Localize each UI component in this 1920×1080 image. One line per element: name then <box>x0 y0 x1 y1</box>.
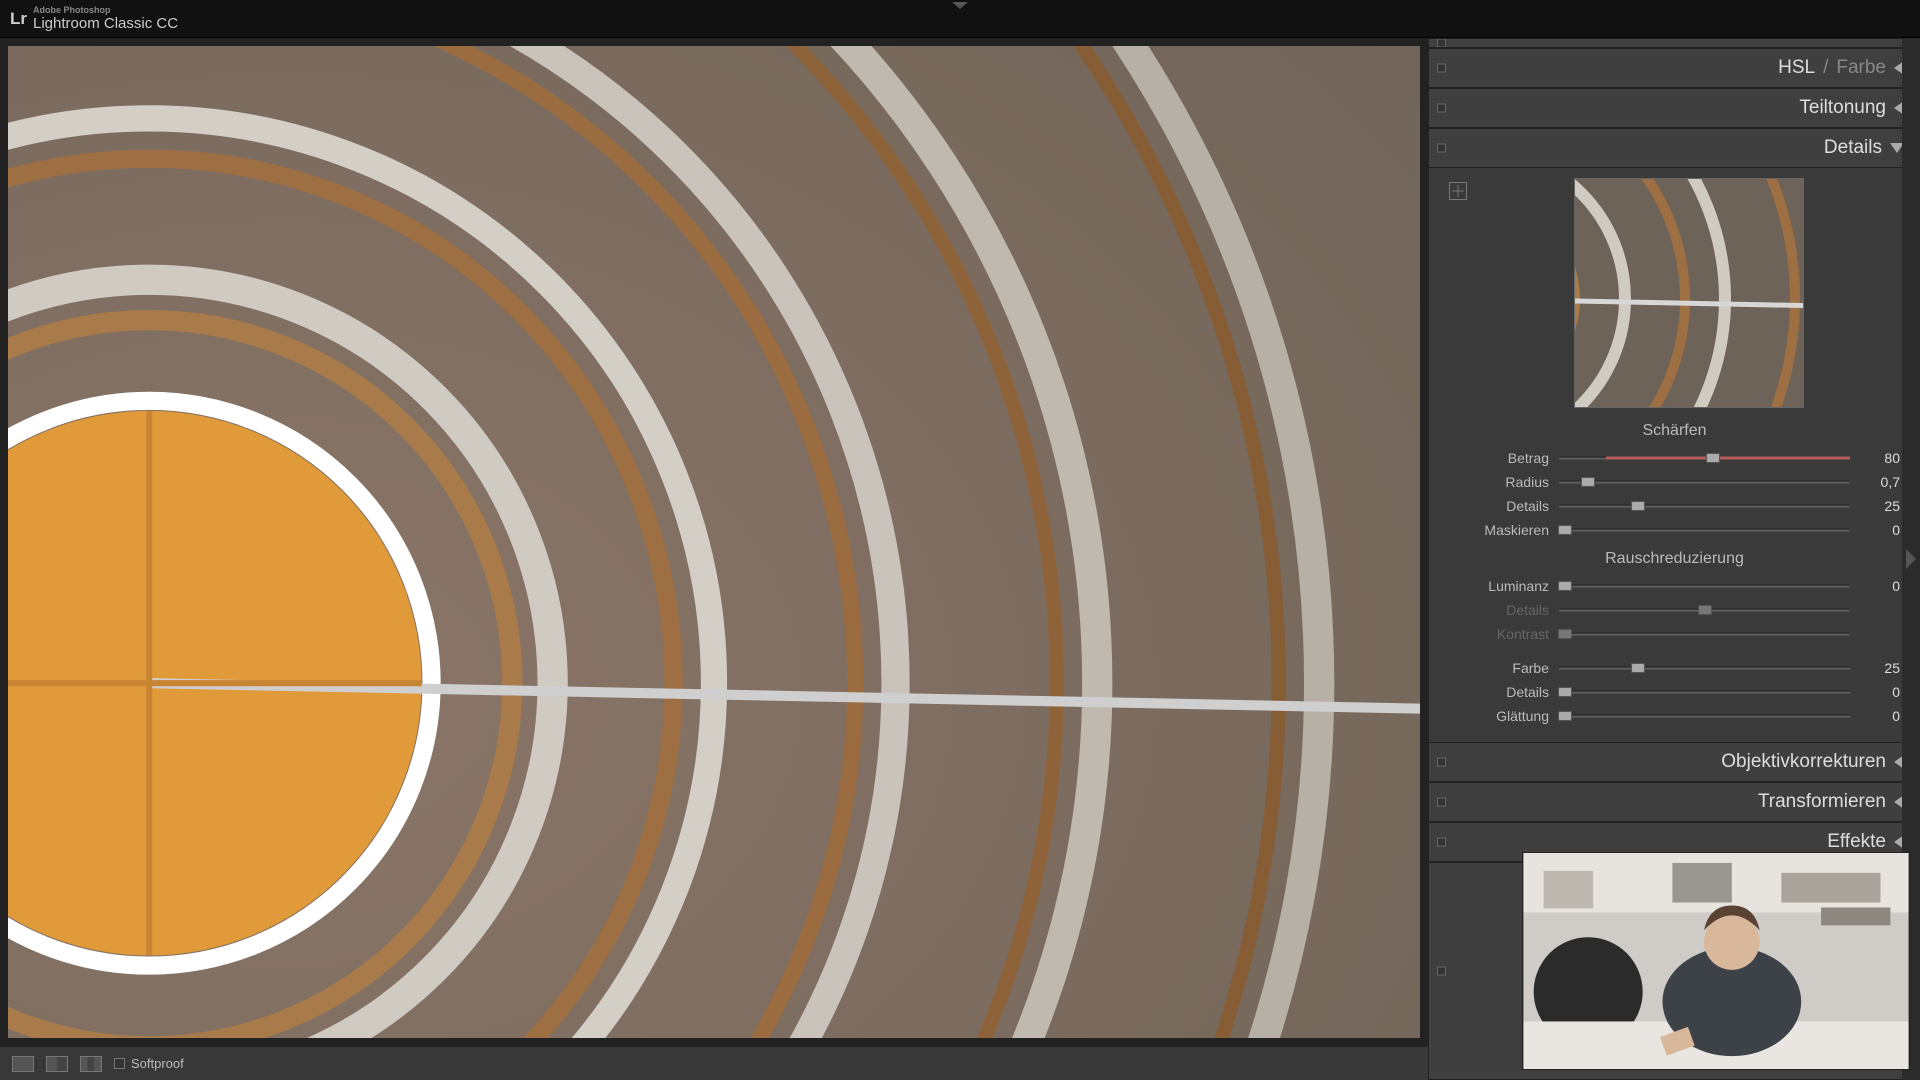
slider-luminance-label: Luminanz <box>1449 578 1549 594</box>
panel-header-transform[interactable]: Transformieren <box>1429 782 1920 822</box>
slider-mask-label: Maskieren <box>1449 522 1549 538</box>
slider-radius-label: Radius <box>1449 474 1549 490</box>
view-mode-single-icon[interactable] <box>12 1056 34 1072</box>
panel-header-details[interactable]: Details <box>1429 128 1920 168</box>
panel-toggle-dot[interactable] <box>1437 39 1446 48</box>
slider-lum-details-label: Details <box>1449 602 1549 618</box>
slider-mask-track[interactable] <box>1559 523 1850 537</box>
slider-color-label: Farbe <box>1449 660 1549 676</box>
panel-title-split: Teiltonung <box>1799 97 1886 119</box>
slider-detail-track[interactable] <box>1559 499 1850 513</box>
detail-target-icon[interactable] <box>1449 182 1467 200</box>
noise-title: Rauschreduzierung <box>1449 550 1900 568</box>
softproof-toggle[interactable]: Softproof <box>114 1056 184 1071</box>
panel-header-hsl[interactable]: HSL / Farbe <box>1429 48 1920 88</box>
slider-amount-track[interactable] <box>1559 451 1850 465</box>
slider-mask: Maskieren 0 <box>1449 518 1900 542</box>
slider-smooth: Glättung 0 <box>1449 704 1900 728</box>
panel-toggle-dot[interactable] <box>1437 838 1446 847</box>
panel-title-hsl-sub: Farbe <box>1836 57 1886 79</box>
sharpen-title: Schärfen <box>1449 422 1900 440</box>
slider-mask-value[interactable]: 0 <box>1860 522 1900 538</box>
slider-radius-track[interactable] <box>1559 475 1850 489</box>
slider-detail: Details 25 <box>1449 494 1900 518</box>
panel-title-details: Details <box>1824 137 1882 159</box>
logo-main: Lightroom Classic CC <box>33 15 178 32</box>
slider-lum-contrast-label: Kontrast <box>1449 626 1549 642</box>
slider-detail-value[interactable]: 25 <box>1860 498 1900 514</box>
slider-smooth-track[interactable] <box>1559 709 1850 723</box>
slider-smooth-label: Glättung <box>1449 708 1549 724</box>
view-mode-compare-icon[interactable] <box>46 1056 68 1072</box>
slider-detail-label: Details <box>1449 498 1549 514</box>
details-panel: Schärfen Betrag 80 Radius 0,7 D <box>1429 168 1920 742</box>
panel-title-hsl-sep: / <box>1823 57 1828 79</box>
panel-toggle-dot[interactable] <box>1437 798 1446 807</box>
panel-title-transform: Transformieren <box>1758 791 1886 813</box>
slider-lum-contrast: Kontrast <box>1449 622 1900 646</box>
slider-color-details-label: Details <box>1449 684 1549 700</box>
slider-radius: Radius 0,7 <box>1449 470 1900 494</box>
slider-color-details-value[interactable]: 0 <box>1860 684 1900 700</box>
slider-color-details-track[interactable] <box>1559 685 1850 699</box>
logo-sub: Adobe Photoshop <box>33 6 178 15</box>
panel-toggle-dot[interactable] <box>1437 104 1446 113</box>
app-logo: Lr Adobe Photoshop Lightroom Classic CC <box>10 6 178 32</box>
panel-title-hsl: HSL <box>1778 57 1815 79</box>
panel-header-lens[interactable]: Objektivkorrekturen <box>1429 742 1920 782</box>
slider-amount-label: Betrag <box>1449 450 1549 466</box>
slider-amount: Betrag 80 <box>1449 446 1900 470</box>
slider-smooth-value[interactable]: 0 <box>1860 708 1900 724</box>
detail-preview[interactable] <box>1574 178 1804 408</box>
slider-lum-contrast-track <box>1559 627 1850 641</box>
slider-color-value[interactable]: 25 <box>1860 660 1900 676</box>
slider-luminance-track[interactable] <box>1559 579 1850 593</box>
slider-radius-value[interactable]: 0,7 <box>1860 474 1900 490</box>
webcam-overlay <box>1522 852 1910 1070</box>
chevron-right-icon <box>1906 549 1916 569</box>
panel-toggle-dot[interactable] <box>1437 967 1446 976</box>
view-mode-survey-icon[interactable] <box>80 1056 102 1072</box>
slider-luminance-value[interactable]: 0 <box>1860 578 1900 594</box>
panel-title-effects: Effekte <box>1827 831 1886 853</box>
bottom-toolbar: Softproof <box>0 1046 1428 1080</box>
top-grip[interactable] <box>952 2 968 9</box>
panel-header-curve[interactable] <box>1429 38 1920 48</box>
panel-toggle-dot[interactable] <box>1437 144 1446 153</box>
slider-luminance: Luminanz 0 <box>1449 574 1900 598</box>
logo-short: Lr <box>10 9 27 29</box>
image-viewport[interactable] <box>8 46 1420 1038</box>
panel-toggle-dot[interactable] <box>1437 64 1446 73</box>
softproof-checkbox[interactable] <box>114 1058 125 1069</box>
softproof-label: Softproof <box>131 1056 184 1071</box>
panel-header-split[interactable]: Teiltonung <box>1429 88 1920 128</box>
slider-color-track[interactable] <box>1559 661 1850 675</box>
slider-color: Farbe 25 <box>1449 656 1900 680</box>
slider-amount-value[interactable]: 80 <box>1860 450 1900 466</box>
slider-color-details: Details 0 <box>1449 680 1900 704</box>
slider-lum-details-track <box>1559 603 1850 617</box>
panel-title-lens: Objektivkorrekturen <box>1721 751 1886 773</box>
slider-lum-details: Details <box>1449 598 1900 622</box>
panel-toggle-dot[interactable] <box>1437 758 1446 767</box>
